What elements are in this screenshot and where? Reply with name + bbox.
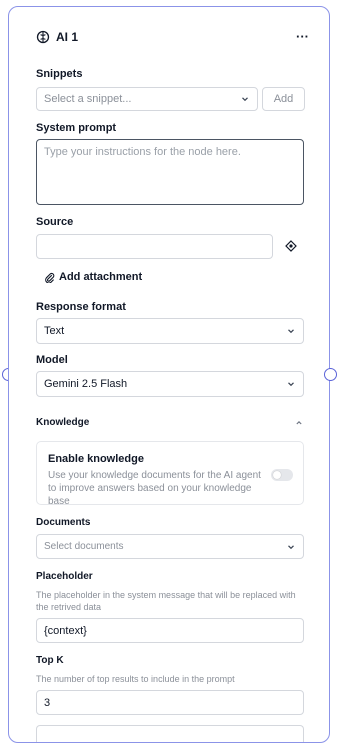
enable-knowledge-description: Use your knowledge documents for the AI … [48, 470, 261, 507]
system-prompt-input[interactable] [36, 139, 304, 205]
more-options-button[interactable]: ··· [296, 30, 309, 43]
add-attachment-label: Add attachment [59, 271, 143, 283]
add-attachment-button[interactable]: Add attachment [44, 271, 142, 283]
documents-select[interactable]: Select documents [36, 534, 304, 559]
documents-label: Documents [36, 517, 91, 528]
top-k-help: The number of top results to include in … [36, 674, 235, 684]
placeholder-input-value: {context} [44, 624, 87, 637]
enable-knowledge-toggle[interactable] [271, 469, 293, 481]
top-k-input[interactable]: 3 [36, 690, 304, 715]
knowledge-section-title: Knowledge [36, 417, 90, 428]
source-input[interactable] [36, 234, 273, 259]
response-format-select[interactable]: Text [36, 318, 304, 344]
system-prompt-label: System prompt [36, 122, 117, 134]
next-field-partial [36, 725, 304, 742]
enable-knowledge-title: Enable knowledge [48, 453, 144, 465]
placeholder-help: The placeholder in the system message th… [36, 590, 296, 612]
placeholder-label: Placeholder [36, 571, 93, 582]
response-format-value: Text [44, 325, 65, 337]
knowledge-section-toggle[interactable]: Knowledge [36, 417, 304, 428]
model-label: Model [36, 354, 68, 366]
toggle-knob [273, 471, 281, 479]
node-title: AI 1 [56, 30, 79, 44]
chevron-down-icon [286, 379, 296, 389]
top-k-label: Top K [36, 655, 64, 666]
chevron-down-icon [286, 326, 296, 336]
enable-knowledge-card: Enable knowledge Use your knowledge docu… [36, 441, 304, 507]
model-select[interactable]: Gemini 2.5 Flash [36, 371, 304, 397]
ai-brain-icon [36, 30, 50, 44]
snippet-select[interactable]: Select a snippet... [36, 87, 258, 111]
snippets-label: Snippets [36, 68, 83, 80]
add-snippet-button[interactable]: Add [262, 87, 305, 111]
chevron-down-icon [240, 94, 250, 104]
ai-node-panel: AI 1 ··· Snippets Select a snippet... Ad… [8, 6, 330, 743]
source-label: Source [36, 216, 74, 228]
model-value: Gemini 2.5 Flash [44, 378, 128, 390]
node-header: AI 1 ··· [36, 27, 309, 47]
variable-diamond-icon[interactable] [285, 240, 297, 252]
snippet-select-placeholder: Select a snippet... [44, 93, 132, 105]
response-format-label: Response format [36, 301, 126, 313]
paperclip-icon [44, 272, 55, 283]
right-connection-handle[interactable] [324, 368, 337, 381]
chevron-up-icon [294, 418, 304, 428]
documents-placeholder: Select documents [44, 541, 124, 552]
top-k-value: 3 [44, 696, 51, 709]
chevron-down-icon [286, 542, 296, 552]
placeholder-input[interactable]: {context} [36, 618, 304, 643]
